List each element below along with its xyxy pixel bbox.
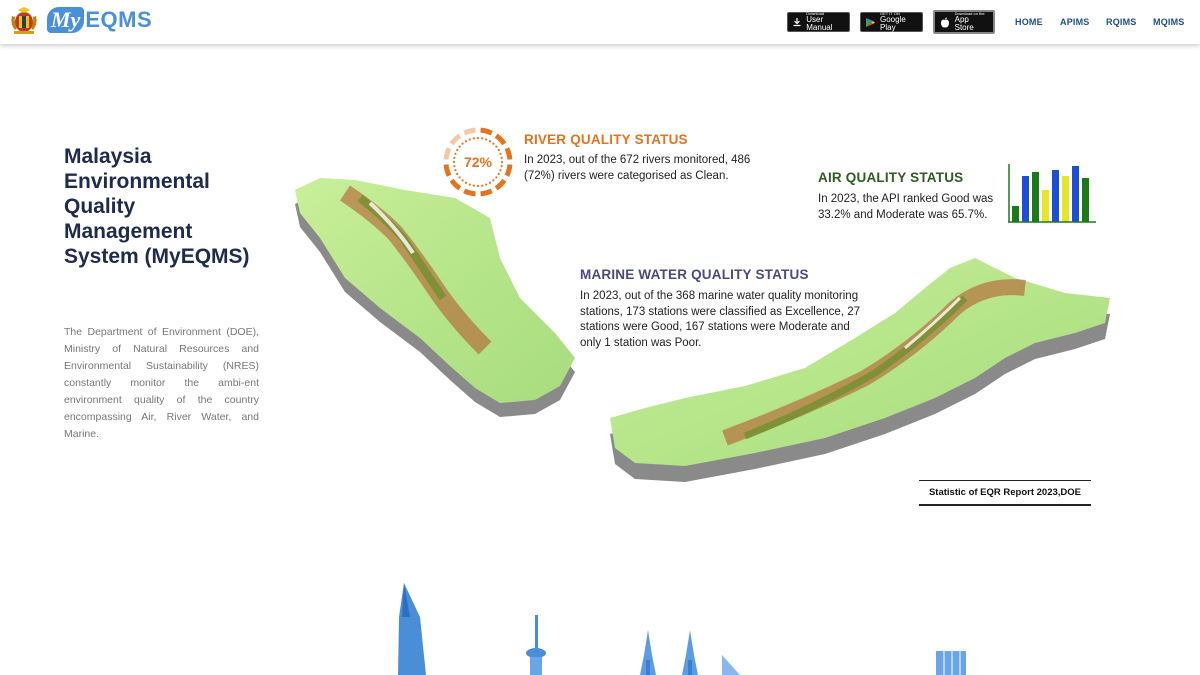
google-play-button[interactable]: GET IT ON Google Play — [860, 12, 923, 32]
app-store-label: App Store — [954, 15, 974, 32]
brand-eqms-text: EQMS — [85, 7, 153, 32]
nav-mqims[interactable]: MQIMS — [1153, 17, 1185, 27]
user-manual-button[interactable]: Download User Manual — [787, 12, 850, 32]
river-gauge-label: 72% — [463, 154, 493, 170]
river-quality-title: RIVER QUALITY STATUS — [524, 132, 688, 147]
river-quality-gauge: 72% — [442, 126, 514, 198]
brand-logo[interactable]: My EQMS — [47, 5, 152, 35]
air-quality-title: AIR QUALITY STATUS — [818, 170, 964, 185]
nav-apims[interactable]: APIMS — [1060, 17, 1090, 27]
page-title: Malaysia Environmental Quality Managemen… — [64, 145, 250, 268]
marine-quality-text: In 2023, out of the 368 marine water qua… — [580, 290, 860, 349]
malaysia-crest-icon — [11, 7, 37, 34]
user-manual-label: User Manual — [806, 15, 833, 32]
app-store-button[interactable]: Download on the App Store — [933, 10, 995, 34]
google-play-label: Google Play — [880, 15, 906, 32]
apple-icon — [939, 16, 951, 28]
brand-my-text: My — [47, 7, 85, 33]
river-quality-text: In 2023, out of the 672 rivers monitored… — [524, 154, 751, 182]
air-quality-text: In 2023, the API ranked Good was 33.2% a… — [818, 193, 994, 221]
air-quality-bar-icon — [1008, 164, 1096, 223]
download-icon — [792, 16, 802, 28]
top-header: My EQMS Download User Manual GET IT ON G… — [0, 0, 1200, 44]
skyline-illustration — [398, 583, 966, 675]
page-description: The Department of Environment (DOE), Min… — [64, 326, 259, 440]
marine-quality-title: MARINE WATER QUALITY STATUS — [580, 267, 809, 282]
google-play-icon — [865, 16, 876, 28]
nav-home[interactable]: HOME — [1015, 17, 1043, 27]
nav-rqims[interactable]: RQIMS — [1106, 17, 1137, 27]
source-caption: Statistic of EQR Report 2023,DOE — [919, 480, 1091, 506]
